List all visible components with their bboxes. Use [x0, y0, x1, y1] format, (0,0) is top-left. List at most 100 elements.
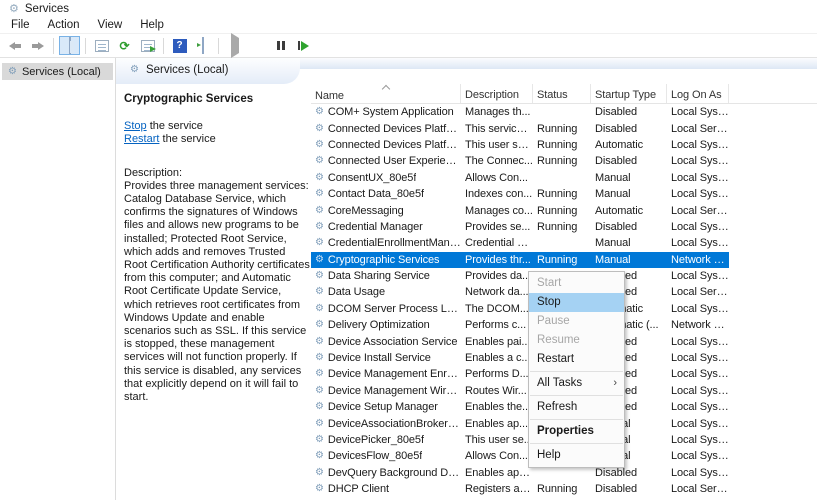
context-menu-item-refresh[interactable]: Refresh [529, 398, 624, 417]
table-row[interactable]: ⚙ConsentUX_80e5fAllows Con...ManualLocal… [311, 170, 729, 186]
table-row[interactable]: ⚙Credential ManagerProvides se...Running… [311, 219, 729, 235]
title-bar: ⚙ Services [0, 0, 817, 18]
table-row[interactable]: ⚙Device Install ServiceEnables a c...Dis… [311, 350, 729, 366]
table-row[interactable]: ⚙DevicesFlow_80e5fAllows Con...ManualLoc… [311, 448, 729, 464]
service-name: Device Management Enroll... [328, 368, 461, 380]
context-menu-item-stop[interactable]: Stop [529, 293, 624, 312]
table-row[interactable]: ⚙Delivery OptimizationPerforms c...Autom… [311, 317, 729, 333]
startup-type-cell: Disabled [591, 483, 667, 495]
results-pane-banner: ⚙ Services (Local) [116, 58, 817, 84]
service-name-cell: ⚙Cryptographic Services [311, 254, 461, 266]
export-list-button[interactable] [137, 36, 158, 55]
toolbar: ⟳? [0, 34, 817, 58]
table-row[interactable]: ⚙Connected Devices Platfor...This servic… [311, 120, 729, 136]
service-icon: ⚙ [315, 107, 324, 117]
start-service-button[interactable] [224, 36, 245, 55]
action-pane-button[interactable] [192, 36, 213, 55]
service-name-cell: ⚙ Credential Manager [311, 221, 461, 233]
service-icon: ⚙ [315, 484, 324, 494]
column-header-status[interactable]: Status [533, 84, 591, 103]
start-service-icon [231, 38, 239, 53]
context-menu-item-restart[interactable]: Restart [529, 350, 624, 369]
table-row[interactable]: ⚙Data UsageNetwork da...DisabledLocal Se… [311, 284, 729, 300]
table-row[interactable]: ⚙DHCP ClientRegisters an...RunningDisabl… [311, 481, 729, 497]
service-name: Connected Devices Platfor... [328, 123, 461, 135]
menubar-item-file[interactable]: File [2, 18, 39, 33]
description-cell: Provides da... [461, 270, 533, 282]
service-icon: ⚙ [315, 320, 324, 330]
help-button[interactable]: ? [169, 36, 190, 55]
table-row[interactable]: ⚙CredentialEnrollmentMana...Credential E… [311, 235, 729, 251]
menubar-item-action[interactable]: Action [39, 18, 89, 33]
table-row[interactable]: ⚙Connected Devices Platfor...This user s… [311, 137, 729, 153]
status-cell: Running [533, 483, 591, 495]
forward-button[interactable] [27, 36, 48, 55]
description-cell: Enables app... [461, 467, 533, 479]
logon-as-cell: Network S... [667, 319, 729, 331]
table-row[interactable]: ⚙Data Sharing ServiceProvides da...Disab… [311, 268, 729, 284]
context-menu-item-all-tasks[interactable]: All Tasks› [529, 374, 624, 393]
service-name: DevQuery Background Disc... [328, 467, 461, 479]
table-row[interactable]: ⚙COM+ System ApplicationManages th...Dis… [311, 104, 729, 120]
table-row[interactable]: ⚙Connected User Experience...The Connec.… [311, 153, 729, 169]
column-header-startup-type[interactable]: Startup Type [591, 84, 667, 103]
table-row[interactable]: ⚙DevicePicker_80e5fThis user se...Manual… [311, 432, 729, 448]
table-row[interactable]: ⚙Device Association ServiceEnables pai..… [311, 333, 729, 349]
description-cell: Allows Con... [461, 172, 533, 184]
table-row[interactable]: ⚙Device Management Enroll...Performs D..… [311, 366, 729, 382]
description-cell: Performs c... [461, 319, 533, 331]
service-icon: ⚙ [315, 353, 324, 363]
context-menu-item-resume: Resume [529, 331, 624, 350]
logon-as-cell: Local Syste... [667, 155, 729, 167]
startup-type-cell: Disabled [591, 106, 667, 118]
table-row[interactable]: ⚙Device Setup ManagerEnables the...Disab… [311, 399, 729, 415]
service-icon: ⚙ [315, 435, 324, 445]
description-cell: Manages co... [461, 205, 533, 217]
column-header-log-on-as[interactable]: Log On As [667, 84, 729, 103]
startup-type-cell: Automatic [591, 205, 667, 217]
service-icon: ⚙ [315, 271, 324, 281]
stop-service-button[interactable] [247, 36, 268, 55]
restart-service-link[interactable]: Restart [124, 133, 159, 145]
logon-as-cell: Local Syste... [667, 467, 729, 479]
service-name-cell: ⚙Connected User Experience... [311, 155, 461, 167]
console-tree-button[interactable] [59, 36, 80, 55]
back-button[interactable] [4, 36, 25, 55]
service-icon: ⚙ [315, 222, 324, 232]
table-row[interactable]: ⚙CoreMessagingManages co...RunningAutoma… [311, 202, 729, 218]
startup-type-cell: Disabled [591, 155, 667, 167]
context-menu-item-help[interactable]: Help [529, 446, 624, 465]
description-cell: Provides se... [461, 221, 533, 233]
table-row[interactable]: ⚙DeviceAssociationBroker_80...Enables ap… [311, 415, 729, 431]
column-header-description[interactable]: Description [461, 84, 533, 103]
stop-service-link[interactable]: Stop [124, 120, 147, 132]
service-icon: ⚙ [315, 287, 324, 297]
service-name-cell: ⚙Connected Devices Platfor... [311, 123, 461, 135]
menubar-item-help[interactable]: Help [131, 18, 173, 33]
service-name: Credential Manager [328, 221, 423, 233]
table-row[interactable]: ⚙Contact Data_80e5fIndexes con...Running… [311, 186, 729, 202]
service-name-cell: ⚙ DevicePicker_80e5f [311, 434, 461, 446]
menubar-item-view[interactable]: View [89, 18, 132, 33]
properties-window-button[interactable] [91, 36, 112, 55]
context-menu-separator [530, 395, 623, 396]
restart-service-button[interactable] [293, 36, 314, 55]
service-name: DevicePicker_80e5f [328, 434, 424, 446]
service-name: Contact Data_80e5f [328, 188, 424, 200]
tree-item-services-local[interactable]: ⚙ Services (Local) [2, 63, 113, 80]
refresh-button[interactable]: ⟳ [114, 36, 135, 55]
table-row[interactable]: ⚙Device Management Wirele...Routes Wir..… [311, 383, 729, 399]
services-app-icon: ⚙ [9, 4, 19, 15]
description-cell: Manages th... [461, 106, 533, 118]
services-icon: ⚙ [8, 67, 17, 77]
pause-service-button[interactable] [270, 36, 291, 55]
service-icon: ⚙ [315, 451, 324, 461]
table-row[interactable]: ⚙Cryptographic ServicesProvides thr...Ru… [311, 252, 729, 268]
service-icon: ⚙ [315, 173, 324, 183]
table-row[interactable]: ⚙DCOM Server Process Laun...The DCOM...A… [311, 301, 729, 317]
table-row[interactable]: ⚙DevQuery Background Disc...Enables app.… [311, 465, 729, 481]
context-menu-item-properties[interactable]: Properties [529, 422, 624, 441]
service-name: DeviceAssociationBroker_80... [328, 418, 461, 430]
startup-type-cell: Manual [591, 172, 667, 184]
service-name: DevicesFlow_80e5f [328, 450, 422, 462]
